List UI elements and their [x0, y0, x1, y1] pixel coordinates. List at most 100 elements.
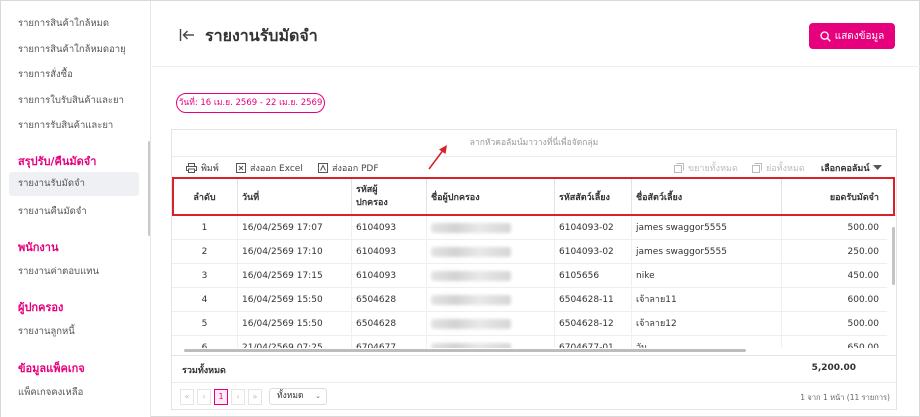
cell-date: 16/04/2569 15:50: [238, 288, 352, 312]
show-data-button[interactable]: แสดงข้อมูล: [809, 23, 895, 49]
cell-no: 5: [172, 312, 238, 336]
page-info: 1 จาก 1 หน้า (11 รายการ): [800, 393, 890, 402]
table-row[interactable]: 2 16/04/2569 17:10 6104093 6104093-02 ja…: [172, 240, 887, 264]
table-row[interactable]: 3 16/04/2569 17:15 6104093 6105656 nike …: [172, 264, 887, 288]
horizontal-scrollbar[interactable]: [184, 349, 746, 352]
export-pdf-button[interactable]: ส่งออก PDF: [318, 161, 379, 175]
sidebar-section-deposit: สรุปรับ/คืนมัดจำ: [18, 155, 97, 168]
cell-no: 6: [172, 336, 238, 348]
collapse-all-label: ย่อทั้งหมด: [766, 164, 805, 174]
column-header-pet-code[interactable]: รหัสสัตว์เลี้ยง: [555, 178, 632, 216]
cell-guardian-code: 6704677: [352, 336, 427, 348]
caret-down-icon: [873, 165, 883, 171]
cell-guardian-name: [427, 216, 555, 240]
last-page-button[interactable]: »: [248, 389, 262, 405]
cell-date: 21/04/2569 07:25: [238, 336, 352, 348]
cell-pet-name: เจ้าลาย12: [632, 312, 782, 336]
total-value: 5,200.00: [811, 363, 856, 373]
cell-amount: 650.00: [847, 343, 880, 348]
date-range-badge[interactable]: วันที่: 16 เม.ย. 2569 - 22 เม.ย. 2569: [176, 93, 325, 113]
column-header-pet-name[interactable]: ชื่อสัตว์เลี้ยง: [632, 178, 782, 216]
cell-guardian-code: 6504628: [352, 312, 427, 336]
sidebar-item-package-balance[interactable]: แพ็คเกจคงเหลือ: [18, 385, 83, 400]
cell-pet-name: วัน: [632, 336, 782, 348]
column-header-no[interactable]: ลำดับ: [172, 178, 238, 216]
cell-no: 4: [172, 288, 238, 312]
collapse-left-icon[interactable]: [179, 28, 195, 42]
excel-icon: [236, 163, 246, 173]
cell-guardian-code: 6104093: [352, 216, 427, 240]
cell-date: 16/04/2569 15:50: [238, 312, 352, 336]
cell-pet-code: 6704677-01: [555, 336, 632, 348]
page-header: รายงานรับมัดจำ แสดงข้อมูล: [152, 1, 920, 67]
sidebar-item-received-goods[interactable]: รายการรับสินค้าและยา: [18, 118, 113, 133]
cell-guardian-name: [427, 288, 555, 312]
collapse-icon: [752, 163, 762, 173]
blurred-name: [431, 294, 511, 305]
cell-pet-code: 6504628-12: [555, 312, 632, 336]
blurred-name: [431, 342, 511, 348]
choose-columns-button[interactable]: เลือกคอลัมน์: [821, 161, 883, 175]
expand-all-button[interactable]: ขยายทั้งหมด: [674, 161, 738, 175]
blurred-name: [431, 270, 511, 281]
vertical-scrollbar[interactable]: [892, 227, 895, 285]
sidebar-scrollbar[interactable]: [148, 141, 150, 236]
sidebar-section-staff: พนักงาน: [18, 241, 59, 254]
choose-columns-label: เลือกคอลัมน์: [821, 164, 870, 174]
app-window: รายการสินค้าใกล้หมด รายการสินค้าใกล้หมดอ…: [0, 0, 920, 417]
cell-amount: 600.00: [847, 295, 880, 305]
collapse-all-button[interactable]: ย่อทั้งหมด: [752, 161, 805, 175]
search-icon: [820, 30, 831, 42]
sidebar-item-low-stock[interactable]: รายการสินค้าใกล้หมด: [18, 16, 109, 31]
column-header-guardian-name[interactable]: ชื่อผู้ปกครอง: [427, 178, 555, 216]
cell-guardian-name: [427, 240, 555, 264]
export-excel-button[interactable]: ส่งออก Excel: [236, 161, 303, 175]
cell-pet-name: james swaggor5555: [632, 216, 782, 240]
page-1-button[interactable]: 1: [214, 389, 228, 405]
total-row: รวมทั้งหมด 5,200.00: [172, 355, 896, 381]
sidebar: รายการสินค้าใกล้หมด รายการสินค้าใกล้หมดอ…: [1, 1, 151, 417]
cell-amount: 500.00: [847, 223, 880, 233]
annotation-arrow-icon: [426, 143, 450, 171]
blurred-name: [431, 246, 511, 257]
table-row[interactable]: 5 16/04/2569 15:50 6504628 6504628-12 เจ…: [172, 312, 887, 336]
cell-no: 1: [172, 216, 238, 240]
column-header-guardian-code[interactable]: รหัสผู้ปกครอง: [352, 178, 427, 216]
print-button[interactable]: พิมพ์: [186, 161, 219, 175]
pager: « ‹ 1 › » ทั้งหมด ⌄ 1 จาก 1 หน้า (11 ราย…: [172, 382, 896, 410]
column-header-amount[interactable]: ยอดรับมัดจำ: [782, 178, 887, 216]
first-page-button[interactable]: «: [180, 389, 194, 405]
sidebar-item-deposit-return[interactable]: รายงานคืนมัดจำ: [18, 204, 87, 219]
sidebar-item-debtors[interactable]: รายงานลูกหนี้: [18, 324, 75, 339]
grid-toolbar: พิมพ์ ส่งออก Excel ส่งออก PDF ขยายทั้งหม…: [172, 158, 896, 178]
blurred-name: [431, 318, 511, 329]
sidebar-section-guardian: ผู้ปกครอง: [18, 301, 64, 314]
column-header-date[interactable]: วันที่: [238, 178, 352, 216]
sidebar-item-orders[interactable]: รายการสั่งซื้อ: [18, 67, 73, 82]
sidebar-item-commission[interactable]: รายงานค่าตอบแทน: [18, 264, 99, 279]
cell-date: 16/04/2569 17:07: [238, 216, 352, 240]
next-page-button[interactable]: ›: [231, 389, 245, 405]
sidebar-section-package: ข้อมูลแพ็คเกจ: [18, 362, 85, 375]
cell-no: 3: [172, 264, 238, 288]
group-panel[interactable]: ลากหัวคอลัมน์มาวางที่นี่เพื่อจัดกลุ่ม: [172, 130, 896, 157]
cell-guardian-code: 6104093: [352, 264, 427, 288]
sidebar-item-deposit-report[interactable]: รายงานรับมัดจำ: [9, 172, 139, 196]
sidebar-item-near-expiry[interactable]: รายการสินค้าใกล้หมดอายุ: [18, 42, 126, 57]
chevron-down-icon: ⌄: [315, 392, 321, 400]
cell-pet-name: nike: [632, 264, 782, 288]
table-row[interactable]: 6 21/04/2569 07:25 6704677 6704677-01 วั…: [172, 336, 887, 348]
sidebar-item-receipts[interactable]: รายการใบรับสินค้าและยา: [18, 93, 124, 108]
cell-guardian-name: [427, 264, 555, 288]
cell-guardian-code: 6104093: [352, 240, 427, 264]
cell-guardian-code: 6504628: [352, 288, 427, 312]
total-label: รวมทั้งหมด: [182, 366, 226, 376]
expand-all-label: ขยายทั้งหมด: [688, 164, 738, 174]
table-row[interactable]: 4 16/04/2569 15:50 6504628 6504628-11 เจ…: [172, 288, 887, 312]
prev-page-button[interactable]: ‹: [197, 389, 211, 405]
page-size-select[interactable]: ทั้งหมด ⌄: [269, 388, 327, 405]
table-row[interactable]: 1 16/04/2569 17:07 6104093 6104093-02 ja…: [172, 216, 887, 240]
cell-date: 16/04/2569 17:10: [238, 240, 352, 264]
cell-guardian-name: [427, 312, 555, 336]
table-header: ลำดับ วันที่ รหัสผู้ปกครอง ชื่อผู้ปกครอง…: [172, 178, 896, 216]
